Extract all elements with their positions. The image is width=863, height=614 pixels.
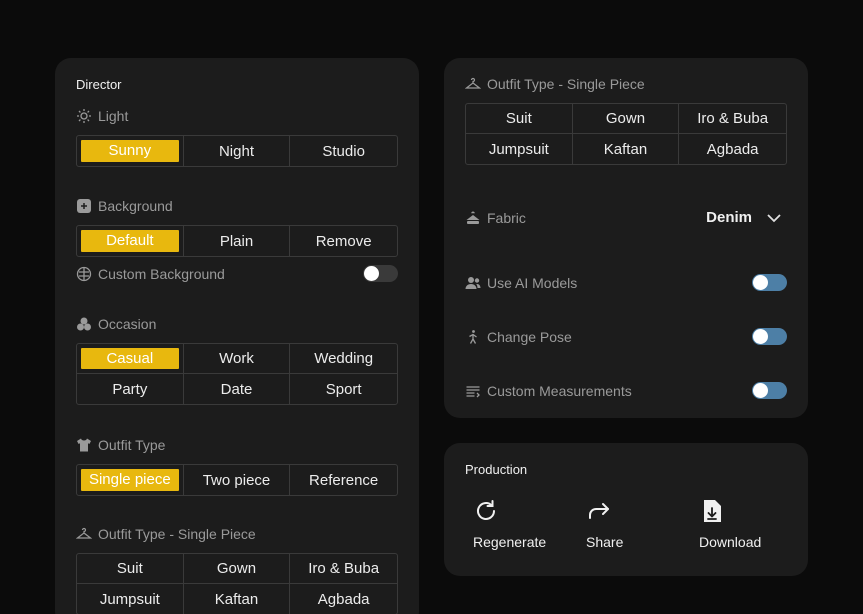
panel-title: Director <box>76 77 122 92</box>
occasion-label: Occasion <box>98 316 157 332</box>
outfit-type-selector: Single piece Two piece Reference <box>76 464 398 496</box>
outfit-option-agbada[interactable]: Agbada <box>679 134 786 164</box>
custom-background-row: Custom Background <box>76 265 398 282</box>
ai-models-label-group: Use AI Models <box>465 275 577 291</box>
custom-background-icon <box>76 266 92 281</box>
share-button[interactable]: Share <box>586 498 623 550</box>
chevron-down-icon <box>767 213 781 222</box>
toggle-knob <box>753 383 768 398</box>
single-piece-option-gown[interactable]: Gown <box>183 554 291 584</box>
ai-models-row: Use AI Models <box>465 274 787 291</box>
custom-background-label: Custom Background <box>98 265 225 282</box>
background-option-remove[interactable]: Remove <box>290 226 397 256</box>
download-button[interactable]: Download <box>699 498 761 550</box>
measurements-icon <box>466 385 480 397</box>
hanger-icon <box>465 77 481 89</box>
outfit-panel: Outfit Type - Single Piece Suit Gown Iro… <box>444 58 808 418</box>
outfit-type-option-reference[interactable]: Reference <box>290 465 397 495</box>
single-piece-option-kaftan[interactable]: Kaftan <box>184 584 291 614</box>
background-label: Background <box>98 198 173 214</box>
background-section-label: Background <box>76 198 173 214</box>
download-label: Download <box>699 534 762 550</box>
download-file-icon <box>704 500 721 522</box>
light-section-label: Light <box>76 108 128 124</box>
light-label: Light <box>98 108 129 124</box>
tshirt-icon <box>77 438 91 452</box>
production-panel: Production Regenerate Share Download <box>444 443 808 576</box>
occasion-option-casual[interactable]: Casual <box>77 344 184 374</box>
single-piece-label: Outfit Type - Single Piece <box>98 526 256 542</box>
outfit-type-option-single[interactable]: Single piece <box>77 465 184 495</box>
director-panel: Director Light Sunny Night Studio Backgr… <box>55 58 419 614</box>
change-pose-label-group: Change Pose <box>465 329 572 345</box>
single-piece-option-jumpsuit[interactable]: Jumpsuit <box>77 584 184 614</box>
occasion-selector: Casual Work Wedding Party Date Sport <box>76 343 398 405</box>
light-option-sunny[interactable]: Sunny <box>77 136 184 166</box>
background-selector: Default Plain Remove <box>76 225 398 257</box>
custom-measurements-label: Custom Measurements <box>487 382 632 399</box>
outfit-option-suit[interactable]: Suit <box>466 104 573 134</box>
outfit-single-piece-label: Outfit Type - Single Piece <box>487 76 645 92</box>
background-option-default[interactable]: Default <box>77 226 184 256</box>
walking-person-icon <box>469 329 477 344</box>
share-icon <box>589 503 609 519</box>
single-piece-selector: Suit Gown Iro & Buba Jumpsuit Kaftan Agb… <box>76 553 398 614</box>
fabric-label: Fabric <box>487 210 526 226</box>
occasion-option-date[interactable]: Date <box>184 374 291 404</box>
occasion-option-wedding[interactable]: Wedding <box>290 344 397 374</box>
outfit-type-label: Outfit Type <box>98 437 166 453</box>
light-option-studio[interactable]: Studio <box>290 136 397 166</box>
single-piece-option-suit[interactable]: Suit <box>77 554 184 584</box>
change-pose-toggle[interactable] <box>752 328 787 345</box>
hanger-icon <box>76 527 92 539</box>
regenerate-button[interactable]: Regenerate <box>473 498 546 550</box>
single-piece-option-agbada[interactable]: Agbada <box>290 584 397 614</box>
toggle-knob <box>364 266 379 281</box>
change-pose-label: Change Pose <box>487 328 572 345</box>
outfit-type-section-label: Outfit Type <box>76 437 165 453</box>
share-label: Share <box>586 534 624 550</box>
outfit-option-gown[interactable]: Gown <box>572 104 680 134</box>
occasion-option-sport[interactable]: Sport <box>290 374 397 404</box>
custom-measurements-label-group: Custom Measurements <box>465 383 632 399</box>
occasion-section-label: Occasion <box>76 316 156 332</box>
outfit-single-piece-selector: Suit Gown Iro & Buba Jumpsuit Kaftan Agb… <box>465 103 787 165</box>
outfit-option-jumpsuit[interactable]: Jumpsuit <box>466 134 573 164</box>
outfit-single-piece-label-group: Outfit Type - Single Piece <box>465 76 645 92</box>
refresh-icon <box>477 500 495 520</box>
background-icon <box>77 199 91 213</box>
background-option-plain[interactable]: Plain <box>184 226 291 256</box>
users-icon <box>465 276 481 289</box>
occasion-icon <box>77 317 91 331</box>
regenerate-label: Regenerate <box>473 534 547 550</box>
toggle-knob <box>753 275 768 290</box>
change-pose-row: Change Pose <box>465 328 787 345</box>
fabric-value: Denim <box>706 209 752 226</box>
fabric-dropdown[interactable]: Denim <box>706 209 782 226</box>
fabric-label-group: Fabric <box>465 210 526 226</box>
outfit-option-kaftan[interactable]: Kaftan <box>573 134 680 164</box>
light-option-night[interactable]: Night <box>184 136 291 166</box>
fabric-icon <box>466 211 480 224</box>
single-piece-section-label: Outfit Type - Single Piece <box>76 526 256 542</box>
custom-background-label-group: Custom Background <box>76 266 225 282</box>
light-selector: Sunny Night Studio <box>76 135 398 167</box>
outfit-option-iro-buba[interactable]: Iro & Buba <box>679 104 786 134</box>
occasion-option-party[interactable]: Party <box>77 374 184 404</box>
sun-icon <box>77 109 91 123</box>
custom-measurements-toggle[interactable] <box>752 382 787 399</box>
toggle-knob <box>753 329 768 344</box>
custom-background-toggle[interactable] <box>363 265 398 282</box>
custom-measurements-row: Custom Measurements <box>465 382 787 399</box>
ai-models-toggle[interactable] <box>752 274 787 291</box>
occasion-option-work[interactable]: Work <box>183 344 291 374</box>
outfit-type-option-two[interactable]: Two piece <box>184 465 291 495</box>
single-piece-option-iro-buba[interactable]: Iro & Buba <box>290 554 397 584</box>
production-title: Production <box>465 462 528 477</box>
ai-models-label: Use AI Models <box>487 274 578 291</box>
